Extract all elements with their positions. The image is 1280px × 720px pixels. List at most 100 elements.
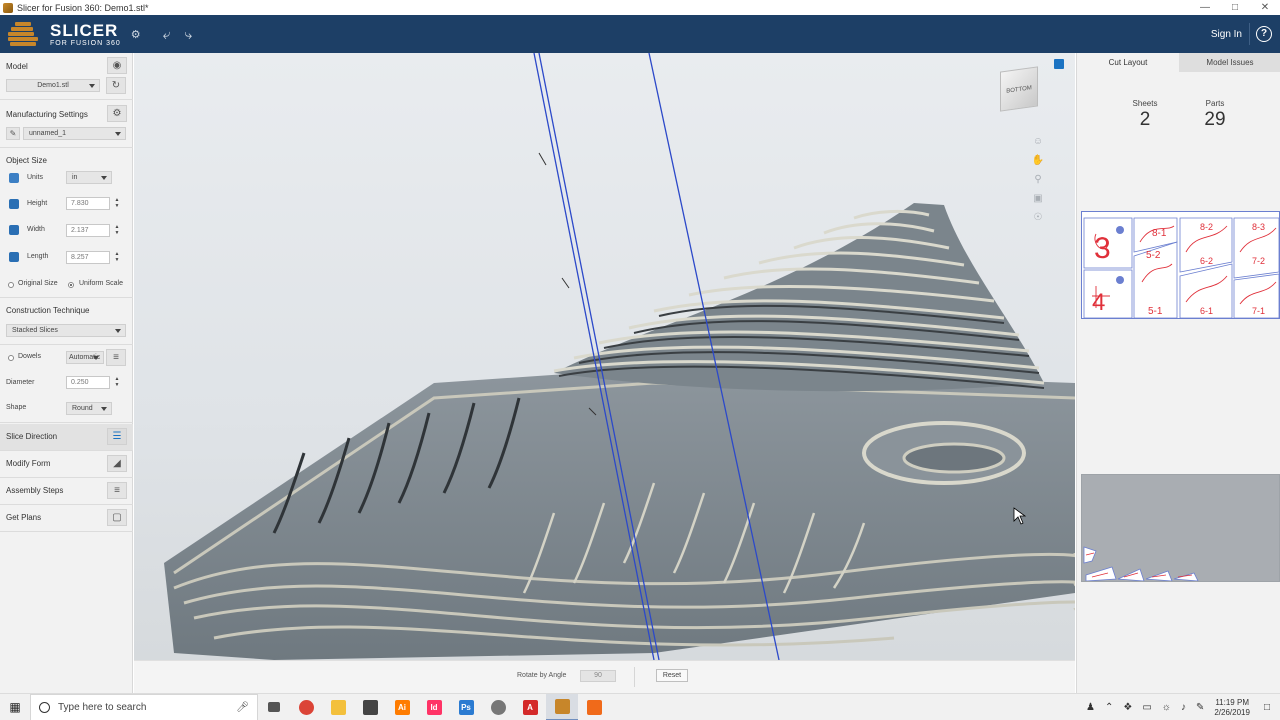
battery-icon[interactable]: ▭ bbox=[1142, 702, 1151, 713]
height-icon bbox=[9, 199, 19, 209]
taskbar-search-input[interactable]: Type here to search 🎤︎ bbox=[30, 693, 258, 720]
clock[interactable]: 11:19 PM 2/26/2019 bbox=[1214, 698, 1250, 718]
get-plans-button[interactable]: Get Plans ▢ bbox=[0, 505, 133, 531]
microphone-icon[interactable]: 🎤︎ bbox=[236, 702, 249, 713]
dowels-dropdown[interactable]: Automatic bbox=[66, 351, 104, 364]
task-view-icon[interactable] bbox=[258, 694, 290, 720]
acrobat-icon[interactable]: A bbox=[514, 694, 546, 720]
original-size-radio[interactable] bbox=[8, 282, 14, 288]
sign-in-link[interactable]: Sign In bbox=[1211, 29, 1242, 40]
shape-dropdown[interactable]: Round bbox=[66, 402, 112, 415]
model-render bbox=[164, 53, 1075, 660]
dowels-align-icon[interactable]: ≡ bbox=[106, 349, 126, 366]
width-input[interactable]: 2.137 bbox=[66, 224, 110, 237]
original-size-label: Original Size bbox=[18, 280, 58, 287]
edit-pencil-icon[interactable]: ✎ bbox=[6, 127, 20, 140]
diameter-value: 0.250 bbox=[71, 379, 89, 386]
sheet-label-5-1: 5-1 bbox=[1148, 306, 1163, 317]
assembly-steps-button[interactable]: Assembly Steps ≡ bbox=[0, 478, 133, 504]
pan-hand-icon[interactable]: ✋ bbox=[1031, 154, 1045, 168]
file-explorer-icon[interactable] bbox=[322, 694, 354, 720]
view-cube[interactable]: BOTTOM bbox=[1000, 66, 1038, 112]
volume-icon[interactable]: ♪ bbox=[1181, 702, 1186, 713]
indesign-icon[interactable]: Id bbox=[418, 694, 450, 720]
tab-cut-layout-label: Cut Layout bbox=[1108, 58, 1148, 67]
sheet-label-8-1: 8-1 bbox=[1152, 228, 1167, 239]
windows-start-icon[interactable]: ▦ bbox=[0, 694, 30, 720]
settings-icon[interactable]: ⚙ bbox=[131, 28, 141, 41]
divider bbox=[0, 99, 133, 100]
clock-time: 11:19 PM bbox=[1215, 697, 1249, 707]
window-title: Slicer for Fusion 360: Demo1.stl* bbox=[17, 2, 149, 13]
app-header: SLICER FOR FUSION 360 ⚙ ⤶ ⤷ Sign In ? bbox=[0, 15, 1280, 53]
logo-text: SLICER FOR FUSION 360 bbox=[50, 22, 121, 47]
3d-viewport[interactable]: BOTTOM ☺ ✋ ⚲ ▣ ☉ bbox=[134, 53, 1075, 660]
window-titlebar: Slicer for Fusion 360: Demo1.stl* — □ ✕ bbox=[0, 0, 1280, 15]
inkscape-icon[interactable] bbox=[354, 694, 386, 720]
help-icon[interactable]: ? bbox=[1256, 26, 1272, 42]
sheet-2-thumbnail[interactable] bbox=[1081, 474, 1280, 582]
refresh-icon[interactable]: ↻ bbox=[106, 77, 126, 94]
tab-model-issues[interactable]: Model Issues bbox=[1179, 53, 1280, 72]
zoom-icon[interactable]: ⚲ bbox=[1031, 173, 1045, 187]
tab-cut-layout[interactable]: Cut Layout bbox=[1077, 53, 1179, 72]
eye-icon[interactable]: ◉ bbox=[107, 57, 127, 74]
windows-taskbar: ▦ Type here to search 🎤︎ Ai Id Ps A ♟ ⌃ … bbox=[0, 693, 1280, 720]
pen-icon[interactable]: ✎ bbox=[1196, 702, 1204, 713]
tab-model-issues-label: Model Issues bbox=[1206, 58, 1254, 67]
height-input[interactable]: 7.830 bbox=[66, 197, 110, 210]
slice-direction-button[interactable]: Slice Direction ☰ bbox=[0, 424, 133, 450]
shape-label: Shape bbox=[6, 404, 27, 411]
logo-subtitle: FOR FUSION 360 bbox=[50, 39, 121, 47]
manufacturing-label: Manufacturing Settings bbox=[6, 109, 88, 119]
construction-label: Construction Technique bbox=[6, 306, 90, 315]
view-cube-label: BOTTOM bbox=[1006, 85, 1032, 95]
modify-form-button[interactable]: Modify Form ◢ bbox=[0, 451, 133, 477]
width-value: 2.137 bbox=[71, 227, 89, 234]
chrome-icon[interactable] bbox=[290, 694, 322, 720]
uniform-scale-radio[interactable] bbox=[68, 282, 74, 288]
reset-button[interactable]: Reset bbox=[656, 669, 688, 682]
redo-icon[interactable]: ⤷ bbox=[185, 26, 193, 43]
units-dropdown[interactable]: in bbox=[66, 171, 112, 184]
fit-view-icon[interactable]: ▣ bbox=[1031, 192, 1045, 206]
orbit-icon[interactable]: ☺ bbox=[1031, 135, 1045, 149]
model-file-button[interactable]: Demo1.stl bbox=[6, 79, 100, 92]
maximize-button[interactable]: □ bbox=[1220, 0, 1250, 15]
photoshop-icon[interactable]: Ps bbox=[450, 694, 482, 720]
fusion-icon[interactable] bbox=[482, 694, 514, 720]
gear-icon[interactable]: ⚙ bbox=[107, 105, 127, 122]
slicer-app-icon[interactable] bbox=[546, 693, 578, 720]
dowels-checkbox[interactable] bbox=[8, 355, 14, 361]
assembly-steps-icon: ≡ bbox=[107, 482, 127, 499]
dropbox-icon[interactable]: ❖ bbox=[1123, 702, 1132, 713]
sheets-stat: Sheets 2 bbox=[1125, 99, 1165, 131]
length-stepper[interactable]: ▲ ▼ bbox=[114, 251, 120, 264]
length-input[interactable]: 8.257 bbox=[66, 251, 110, 264]
notifications-icon[interactable]: □ bbox=[1264, 702, 1270, 713]
manufacturing-dropdown[interactable]: unnamed_1 bbox=[23, 127, 126, 140]
width-stepper[interactable]: ▲ ▼ bbox=[114, 224, 120, 237]
expand-panel-icon[interactable] bbox=[1054, 59, 1064, 69]
height-stepper[interactable]: ▲ ▼ bbox=[114, 197, 120, 210]
diameter-input[interactable]: 0.250 bbox=[66, 376, 110, 389]
wifi-icon[interactable]: ☼ bbox=[1162, 702, 1171, 713]
diameter-stepper[interactable]: ▲ ▼ bbox=[114, 376, 120, 389]
units-icon bbox=[9, 173, 19, 183]
modify-form-icon: ◢ bbox=[107, 455, 127, 472]
divider bbox=[0, 297, 133, 298]
length-label: Length bbox=[27, 253, 49, 260]
tray-chevron-icon[interactable]: ⌃ bbox=[1105, 702, 1113, 713]
navigation-toolbar: ☺ ✋ ⚲ ▣ ☉ bbox=[1031, 135, 1047, 225]
people-icon[interactable]: ♟ bbox=[1086, 702, 1095, 713]
illustrator-icon[interactable]: Ai bbox=[386, 694, 418, 720]
undo-icon[interactable]: ⤶ bbox=[163, 26, 171, 43]
look-icon[interactable]: ☉ bbox=[1031, 211, 1045, 225]
sheet-2-parts bbox=[1083, 546, 1199, 581]
rotate-angle-input[interactable]: 90 bbox=[580, 670, 616, 682]
orange-app-icon[interactable] bbox=[578, 694, 610, 720]
minimize-button[interactable]: — bbox=[1190, 0, 1220, 15]
construction-dropdown[interactable]: Stacked Slices bbox=[6, 324, 126, 337]
close-button[interactable]: ✕ bbox=[1250, 0, 1280, 15]
sheet-1-thumbnail[interactable]: 3 8-1 8-2 8-3 5-2 6-2 7-2 4 5-1 6-1 7-1 bbox=[1081, 211, 1280, 319]
